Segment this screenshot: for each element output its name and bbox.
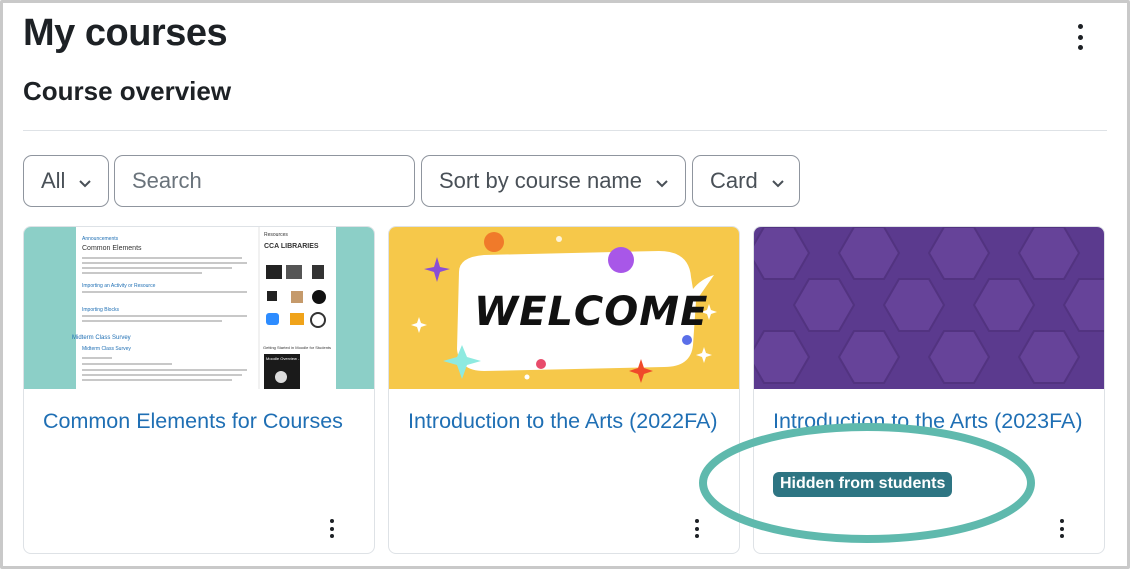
thumb-item: Announcements xyxy=(82,236,119,242)
course-image[interactable]: Announcements Common Elements Importing … xyxy=(24,227,374,389)
search-input[interactable]: Search xyxy=(114,155,415,207)
thumb-item: Importing an Activity or Resource xyxy=(82,283,156,289)
view-label: Card xyxy=(710,168,758,193)
course-actions-menu-icon[interactable] xyxy=(328,519,336,538)
course-card[interactable]: WELCOME Introduction to the Arts (2022FA… xyxy=(388,226,740,554)
page-title: My courses xyxy=(23,12,228,54)
course-card[interactable]: Announcements Common Elements Importing … xyxy=(23,226,375,554)
thumb-resources: Resources xyxy=(264,232,288,238)
grouping-label: All xyxy=(41,168,66,193)
grouping-dropdown[interactable]: All xyxy=(23,155,109,207)
chevron-down-icon xyxy=(656,168,668,194)
thumb-item: Importing Blocks xyxy=(82,307,119,313)
thumb-item: Midterm Class Survey xyxy=(82,346,131,352)
thumb-video-title: Moodle Overview - Students xyxy=(266,356,317,361)
welcome-text: WELCOME xyxy=(474,289,709,335)
sort-dropdown[interactable]: Sort by course name xyxy=(421,155,686,207)
hidden-status-badge: Hidden from students xyxy=(773,472,953,497)
search-placeholder: Search xyxy=(132,168,202,193)
course-card[interactable]: Introduction to the Arts (2023FA) Hidden… xyxy=(753,226,1105,554)
divider xyxy=(23,130,1107,131)
section-title: Course overview xyxy=(23,76,232,106)
sort-label: Sort by course name xyxy=(439,168,642,193)
view-dropdown[interactable]: Card xyxy=(692,155,800,207)
course-name-link[interactable]: Common Elements for Courses xyxy=(43,405,358,437)
course-name-link[interactable]: Introduction to the Arts (2023FA) xyxy=(773,405,1088,437)
thumb-item: Common Elements xyxy=(82,245,142,252)
chevron-down-icon xyxy=(771,168,784,194)
thumb-getting-started: Getting Started in Moodle for Students xyxy=(263,345,332,350)
course-image[interactable] xyxy=(754,227,1104,389)
course-name-link[interactable]: Introduction to the Arts (2022FA) xyxy=(408,405,723,437)
course-image[interactable]: WELCOME xyxy=(389,227,739,389)
chevron-down-icon xyxy=(79,168,92,194)
course-actions-menu-icon[interactable] xyxy=(693,519,701,538)
page-actions-menu-icon[interactable] xyxy=(1071,24,1089,50)
course-actions-menu-icon[interactable] xyxy=(1058,519,1066,538)
thumb-library: CCA LIBRARIES xyxy=(264,243,319,250)
thumb-item: Midterm Class Survey xyxy=(72,335,131,341)
